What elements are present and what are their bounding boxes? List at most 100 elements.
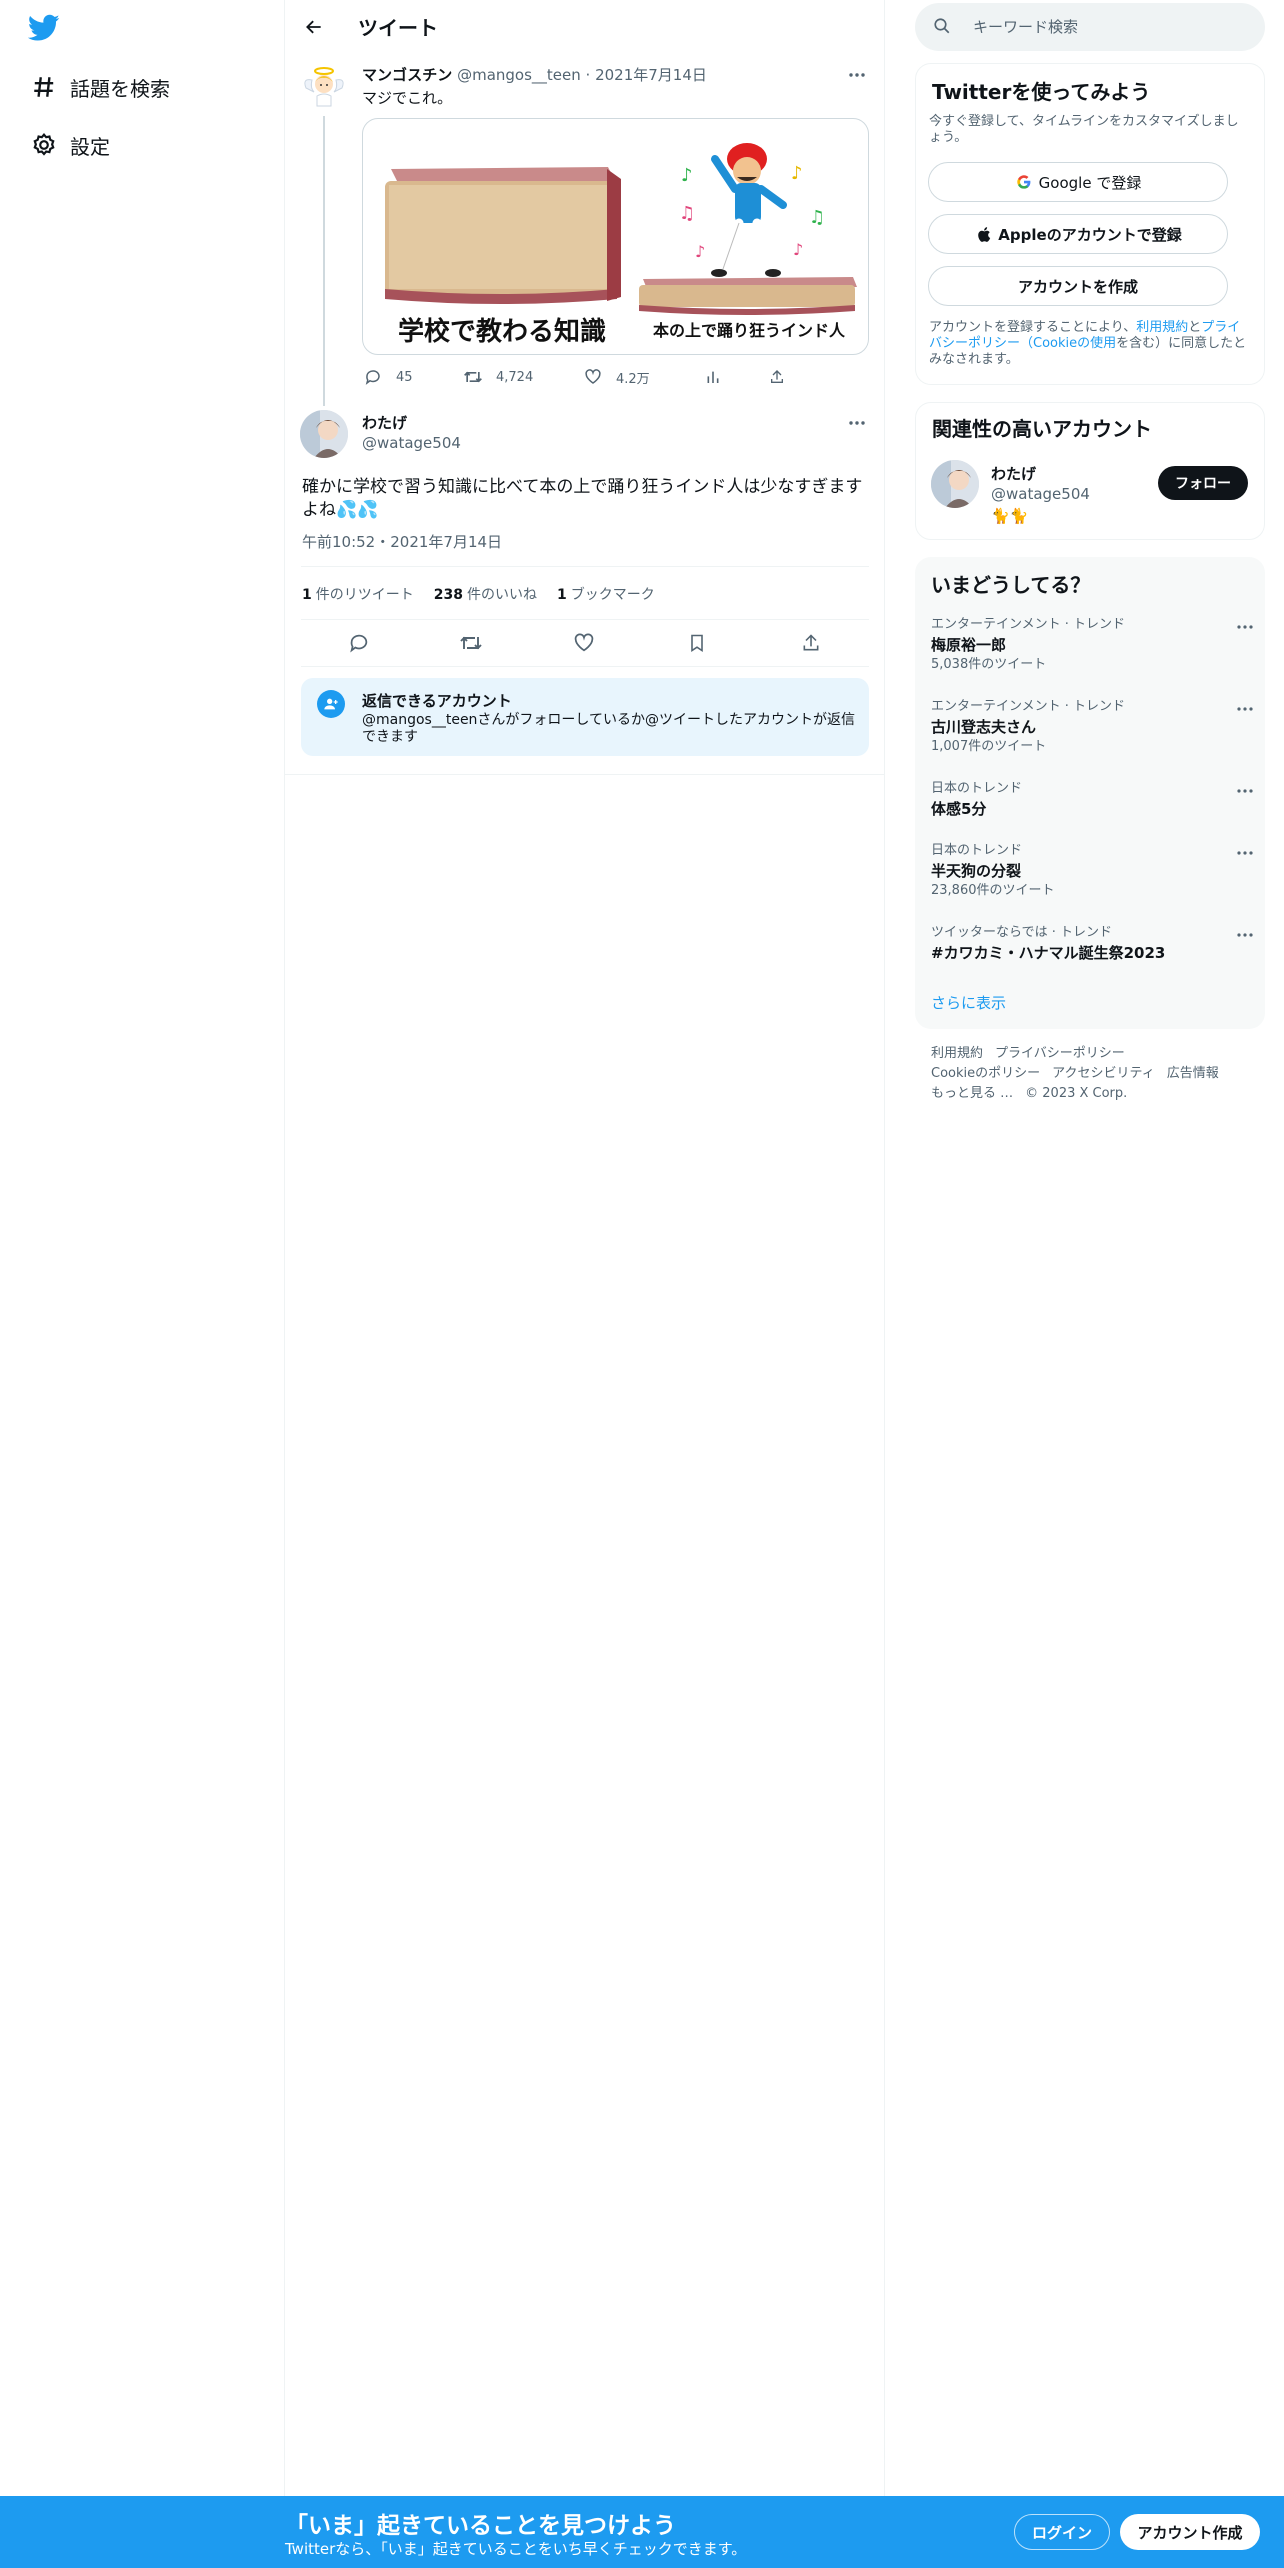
terms-notice: アカウントを登録することにより、利用規約とプライバシーポリシー（Cookieの使… (929, 320, 1247, 367)
share-icon (766, 366, 788, 388)
gear-icon (28, 129, 60, 161)
tweet-media-image[interactable]: ♪ ♫ ♪ ♪ ♫ ♪ 学校で教わる知識 本の上で踊り狂うインド人 (362, 118, 869, 355)
footer-link[interactable]: 利用規約 (931, 1046, 983, 1061)
share-button[interactable] (766, 362, 788, 392)
svg-text:♪: ♪ (695, 242, 705, 261)
footer-link[interactable]: プライバシーポリシー (995, 1046, 1125, 1061)
avatar[interactable] (300, 410, 348, 458)
related-accounts-card: 関連性の高いアカウント わたげ @watage504 🐈🐈 フォロー (915, 402, 1265, 540)
related-account-handle[interactable]: @watage504 (991, 485, 1090, 503)
heart-icon[interactable] (570, 629, 598, 657)
bookmark-stat[interactable]: 1 ブックマーク (557, 584, 655, 604)
more-options-icon[interactable] (1233, 925, 1257, 945)
retweet-count: 4,724 (496, 369, 534, 385)
divider (285, 774, 885, 775)
back-arrow-icon[interactable] (297, 10, 331, 44)
trends-panel: いまどうしてる？ エンターテインメント · トレンド 梅原裕一郎 5,038件の… (915, 557, 1265, 1029)
author-handle[interactable]: @mangos__teen (457, 66, 581, 84)
retweet-icon[interactable] (457, 629, 485, 657)
trend-item[interactable]: 日本のトレンド 半天狗の分裂 23,860件のツイート (931, 843, 1253, 899)
search-icon (933, 17, 953, 37)
tweet-header: マンゴスチン @mangos__teen · 2021年7月14日 (362, 64, 707, 85)
reply-icon[interactable] (345, 629, 373, 657)
page-header: ツイート (285, 0, 885, 54)
tweet-timestamp[interactable]: 午前10:52・2021年7月14日 (302, 531, 502, 552)
parent-tweet[interactable]: マンゴスチン @mangos__teen · 2021年7月14日 マジでこれ。 (285, 54, 885, 406)
signup-card-subtitle: 今すぐ登録して、タイムラインをカスタマイズしましょう。 (929, 114, 1239, 145)
show-more-link[interactable]: さらに表示 (931, 992, 1006, 1013)
hashtag-icon (28, 71, 60, 103)
copyright: © 2023 X Corp. (1025, 1086, 1128, 1101)
signup-banner: 「いま」起きていることを見つけよう Twitterなら、「いま」起きていることを… (0, 2496, 1284, 2568)
terms-link[interactable]: 利用規約 (1136, 320, 1188, 335)
footer-link[interactable]: もっと見る … (931, 1086, 1013, 1101)
reply-count: 45 (396, 369, 413, 385)
author-name[interactable]: わたげ (362, 412, 407, 433)
like-button[interactable]: 4.2万 (582, 362, 650, 392)
follow-button[interactable]: フォロー (1158, 466, 1248, 500)
more-options-icon[interactable] (1233, 781, 1257, 801)
nav-item-settings[interactable]: 設定 (28, 125, 110, 165)
svg-text:♪: ♪ (681, 165, 693, 186)
apple-logo-icon (974, 225, 992, 243)
tweet-actions (301, 622, 869, 662)
footer-link[interactable]: アクセシビリティ (1052, 1066, 1155, 1081)
tweet-text: マジでこれ。 (362, 89, 453, 107)
related-account-name[interactable]: わたげ (991, 463, 1036, 484)
banner-subtitle: Twitterなら、「いま」起きていることをいち早くチェックできます。 (285, 2540, 747, 2558)
search-input[interactable] (973, 18, 1243, 36)
login-button[interactable]: ログイン (1014, 2514, 1110, 2550)
retweet-stat[interactable]: 1 件のリツイート (302, 584, 414, 604)
analytics-icon (702, 366, 724, 388)
related-account-bio: 🐈🐈 (991, 507, 1029, 525)
trend-item[interactable]: ツイッターならでは · トレンド #カワカミ・ハナマル誕生祭2023 (931, 925, 1253, 963)
apple-signup-label: Appleのアカウントで登録 (998, 225, 1182, 244)
twitter-logo-icon[interactable] (27, 14, 62, 44)
main-column: ツイート マンゴスチン @mangos__teen · 2021年7月14日 マ (285, 0, 885, 2568)
avatar[interactable] (931, 460, 979, 508)
svg-text:♫: ♫ (809, 207, 825, 228)
author-handle[interactable]: @watage504 (362, 434, 461, 452)
like-stat[interactable]: 238 件のいいね (434, 584, 537, 604)
avatar[interactable] (300, 62, 348, 110)
more-options-icon[interactable] (1233, 699, 1257, 719)
analytics-button[interactable] (702, 362, 724, 392)
retweet-icon (462, 366, 484, 388)
footer-link[interactable]: 広告情報 (1167, 1066, 1219, 1081)
more-options-icon[interactable] (842, 408, 872, 438)
trend-item[interactable]: エンターテインメント · トレンド 古川登志夫さん 1,007件のツイート (931, 699, 1253, 755)
trend-item[interactable]: 日本のトレンド 体感5分 (931, 781, 1253, 819)
divider (301, 619, 869, 620)
reply-restriction-description: @mangos__teenさんがフォローしているか@ツイートしたアカウントが返信… (362, 712, 856, 745)
banner-title: 「いま」起きていることを見つけよう (285, 2513, 676, 2539)
trend-item[interactable]: エンターテインメント · トレンド 梅原裕一郎 5,038件のツイート (931, 617, 1253, 673)
tweet-actions: 45 4,724 4.2万 (362, 362, 802, 392)
more-options-icon[interactable] (1233, 617, 1257, 637)
like-count: 4.2万 (616, 371, 650, 387)
reply-restriction-title: 返信できるアカウント (362, 692, 512, 710)
svg-text:♫: ♫ (679, 203, 695, 224)
search-box[interactable] (915, 3, 1265, 51)
footer-links: 利用規約 プライバシーポリシー Cookieのポリシー アクセシビリティ 広告情報 も… (931, 1044, 1261, 1104)
create-account-button[interactable]: アカウントを作成 (928, 266, 1228, 306)
create-account-label: アカウントを作成 (1017, 277, 1138, 296)
retweet-button[interactable]: 4,724 (462, 362, 533, 392)
svg-text:♪: ♪ (791, 163, 803, 184)
apple-signup-button[interactable]: Appleのアカウントで登録 (928, 214, 1228, 254)
bookmark-icon[interactable] (683, 629, 711, 657)
share-icon[interactable] (797, 629, 825, 657)
more-options-icon[interactable] (1233, 843, 1257, 863)
nav-item-explore[interactable]: 話題を検索 (28, 67, 170, 107)
related-accounts-title: 関連性の高いアカウント (932, 417, 1152, 441)
reply-button[interactable]: 45 (362, 362, 413, 392)
thread-line (323, 116, 325, 406)
footer-link[interactable]: Cookieのポリシー (931, 1066, 1040, 1081)
author-name[interactable]: マンゴスチン (362, 66, 452, 84)
google-logo-icon (1015, 173, 1033, 191)
more-options-icon[interactable] (842, 60, 872, 90)
tweet-date[interactable]: · 2021年7月14日 (586, 66, 707, 84)
nav-item-label: 話題を検索 (70, 76, 170, 101)
tweet-text: 確かに学校で習う知識に比べて本の上で踊り狂うインド人は少なすぎますよね💦💦 (302, 477, 863, 520)
signup-button[interactable]: アカウント作成 (1120, 2514, 1260, 2550)
google-signup-button[interactable]: Google で登録 (928, 162, 1228, 202)
